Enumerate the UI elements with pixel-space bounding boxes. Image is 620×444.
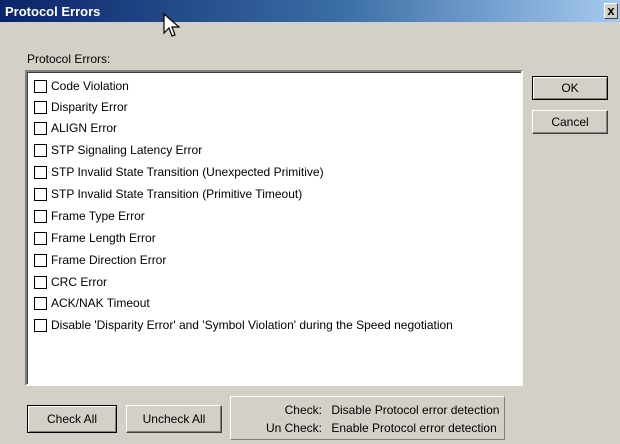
list-item-label: Frame Type Error bbox=[51, 209, 145, 223]
ok-button[interactable]: OK bbox=[532, 76, 608, 100]
uncheck-key: Un Check: bbox=[265, 421, 322, 435]
checkbox[interactable] bbox=[34, 275, 47, 289]
checkbox[interactable] bbox=[34, 143, 47, 157]
list-item-frame-type-error[interactable]: Frame Type Error bbox=[34, 207, 145, 225]
check-legend-line: Check: Disable Protocol error detection bbox=[233, 403, 500, 417]
checkbox[interactable] bbox=[34, 121, 47, 135]
uncheck-text: Enable Protocol error detection bbox=[331, 421, 497, 435]
close-button[interactable]: x bbox=[604, 3, 618, 19]
check-legend-box: Check: Disable Protocol error detection … bbox=[230, 396, 505, 440]
list-item-frame-length-error[interactable]: Frame Length Error bbox=[34, 229, 156, 247]
list-item-code-violation[interactable]: Code Violation bbox=[34, 77, 129, 95]
checkbox[interactable] bbox=[34, 79, 47, 93]
list-item-stp-unexpected-primitive[interactable]: STP Invalid State Transition (Unexpected… bbox=[34, 163, 324, 181]
uncheck-legend-line: Un Check: Enable Protocol error detectio… bbox=[233, 421, 497, 435]
close-icon: x bbox=[607, 3, 615, 18]
protocol-errors-label: Protocol Errors: bbox=[27, 52, 111, 66]
list-item-ack-nak-timeout[interactable]: ACK/NAK Timeout bbox=[34, 294, 150, 312]
checkbox[interactable] bbox=[34, 100, 47, 114]
list-item-frame-direction-error[interactable]: Frame Direction Error bbox=[34, 251, 166, 269]
uncheck-all-button[interactable]: Uncheck All bbox=[126, 405, 222, 433]
list-item-label: Frame Direction Error bbox=[51, 253, 167, 267]
check-text: Disable Protocol error detection bbox=[331, 403, 500, 417]
checkbox[interactable] bbox=[34, 187, 47, 201]
list-item-label: Disable 'Disparity Error' and 'Symbol Vi… bbox=[51, 318, 453, 332]
list-item-label: Disparity Error bbox=[51, 100, 128, 114]
checkbox[interactable] bbox=[34, 165, 47, 179]
window-title: Protocol Errors bbox=[5, 4, 101, 19]
checkbox[interactable] bbox=[34, 296, 47, 310]
cancel-button[interactable]: Cancel bbox=[532, 110, 608, 134]
check-key: Check: bbox=[284, 403, 322, 417]
list-item-label: Code Violation bbox=[51, 79, 129, 93]
protocol-errors-dialog: Protocol Errors x Protocol Errors: Code … bbox=[0, 0, 620, 444]
list-item-disable-disparity-symbol[interactable]: Disable 'Disparity Error' and 'Symbol Vi… bbox=[34, 316, 453, 334]
list-item-stp-primitive-timeout[interactable]: STP Invalid State Transition (Primitive … bbox=[34, 185, 302, 203]
list-item-crc-error[interactable]: CRC Error bbox=[34, 273, 107, 291]
list-item-stp-signaling-latency[interactable]: STP Signaling Latency Error bbox=[34, 141, 202, 159]
list-item-label: STP Invalid State Transition (Unexpected… bbox=[51, 165, 324, 179]
check-all-button[interactable]: Check All bbox=[27, 405, 117, 433]
list-item-label: ACK/NAK Timeout bbox=[51, 296, 150, 310]
checkbox[interactable] bbox=[34, 318, 47, 332]
list-item-disparity-error[interactable]: Disparity Error bbox=[34, 98, 128, 116]
list-item-label: Frame Length Error bbox=[51, 231, 156, 245]
list-item-label: STP Invalid State Transition (Primitive … bbox=[51, 187, 303, 201]
list-item-label: ALIGN Error bbox=[51, 121, 118, 135]
checkbox[interactable] bbox=[34, 253, 47, 267]
checkbox[interactable] bbox=[34, 231, 47, 245]
list-item-label: STP Signaling Latency Error bbox=[51, 143, 203, 157]
title-bar[interactable]: Protocol Errors x bbox=[0, 0, 620, 22]
protocol-errors-list[interactable]: Code Violation Disparity Error ALIGN Err… bbox=[25, 70, 523, 386]
mouse-cursor-icon bbox=[163, 13, 181, 37]
list-item-align-error[interactable]: ALIGN Error bbox=[34, 119, 117, 137]
list-item-label: CRC Error bbox=[51, 275, 107, 289]
checkbox[interactable] bbox=[34, 209, 47, 223]
